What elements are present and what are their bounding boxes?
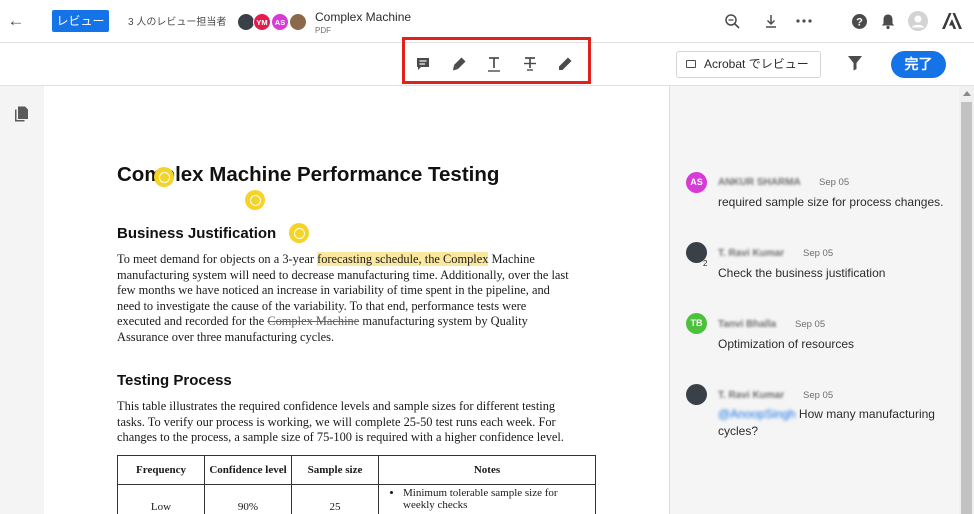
comment-text[interactable]: Optimization of resources <box>718 336 948 353</box>
comment-text[interactable]: required sample size for process changes… <box>718 194 948 211</box>
mention-link[interactable]: @AnoopSingh <box>718 407 796 421</box>
testing-process-paragraph: This table illustrates the required conf… <box>117 399 564 445</box>
document-heading: Complex Machine Performance Testing <box>117 163 500 186</box>
comment-date: Sep 05 <box>803 248 834 259</box>
comment-date: Sep 05 <box>795 319 826 330</box>
user-profile-icon[interactable] <box>908 11 928 31</box>
comment-pin-icon[interactable] <box>154 167 174 187</box>
review-in-acrobat-label: Acrobat でレビュー <box>704 57 809 71</box>
business-justification-paragraph: To meet demand for objects on a 3-year f… <box>117 252 569 344</box>
svg-text:?: ? <box>856 16 863 28</box>
comment-author: T. Ravi Kumar <box>718 390 785 401</box>
table-header: Notes <box>378 455 596 485</box>
page-thumbnails-icon[interactable] <box>12 105 30 123</box>
comments-pane <box>670 86 974 514</box>
more-options-icon[interactable] <box>794 11 814 31</box>
reply-count-badge: 2 <box>703 259 708 268</box>
comment-pin-icon[interactable] <box>245 190 265 210</box>
filter-icon[interactable] <box>846 54 864 72</box>
reviewer-avatar[interactable]: AS <box>271 13 289 31</box>
table-cell-notes: Minimum tolerable sample size for weekly… <box>378 484 596 514</box>
section-heading-business-justification: Business Justification <box>117 225 277 242</box>
notification-bell-icon[interactable] <box>878 11 898 31</box>
comment-avatar: AS <box>686 172 707 193</box>
review-in-acrobat-button[interactable]: Acrobat でレビュー <box>676 51 821 78</box>
comment-avatar: TB <box>686 313 707 334</box>
comment-author: ANKUR SHARMA <box>718 177 801 188</box>
table-cell: 90% <box>204 484 292 514</box>
scroll-up-arrow-icon[interactable] <box>963 91 971 96</box>
table-header: Confidence level <box>204 455 292 485</box>
scrollbar-thumb[interactable] <box>961 102 972 514</box>
comment-avatar <box>686 384 707 405</box>
comment-text[interactable]: @AnoopSingh How many manufacturing cycle… <box>718 406 948 440</box>
section-heading-testing-process: Testing Process <box>117 372 232 389</box>
download-icon[interactable] <box>761 11 781 31</box>
done-button[interactable]: 完了 <box>891 51 946 78</box>
reviewers-label: 3 人のレビュー担当者 <box>128 17 227 28</box>
review-mode-badge: レビュー <box>52 10 109 32</box>
comment-date: Sep 05 <box>803 390 834 401</box>
table-cell: Low <box>117 484 205 514</box>
reviewer-avatar[interactable]: YM <box>253 13 271 31</box>
table-header: Frequency <box>117 455 205 485</box>
adobe-logo-icon[interactable] <box>942 11 962 31</box>
table-header: Sample size <box>291 455 379 485</box>
confidence-table: Frequency Confidence level Sample size N… <box>117 455 596 514</box>
highlighted-text[interactable]: forecasting schedule, the Complex <box>317 252 489 266</box>
back-arrow-icon[interactable]: ← <box>6 11 26 31</box>
table-row: Low 90% 25 Minimum tolerable sample size… <box>117 484 596 514</box>
comment-text[interactable]: Check the business justification <box>718 265 948 282</box>
acrobat-app-icon <box>686 60 696 68</box>
annotation-tools-highlight-frame <box>402 37 591 84</box>
document-title: Complex Machine <box>315 10 412 24</box>
comment-pin-icon[interactable] <box>289 223 309 243</box>
struck-through-text[interactable]: Complex Machine <box>267 314 359 328</box>
comment-date: Sep 05 <box>819 177 850 188</box>
left-rail <box>0 86 44 514</box>
reviewer-avatar[interactable] <box>289 13 307 31</box>
help-icon[interactable]: ? <box>849 11 869 31</box>
table-cell: 25 <box>291 484 379 514</box>
comment-author: Tanvi Bhalla <box>718 319 777 330</box>
zoom-icon[interactable] <box>722 11 742 31</box>
document-type: PDF <box>315 26 331 35</box>
comment-author: T. Ravi Kumar <box>718 248 785 259</box>
